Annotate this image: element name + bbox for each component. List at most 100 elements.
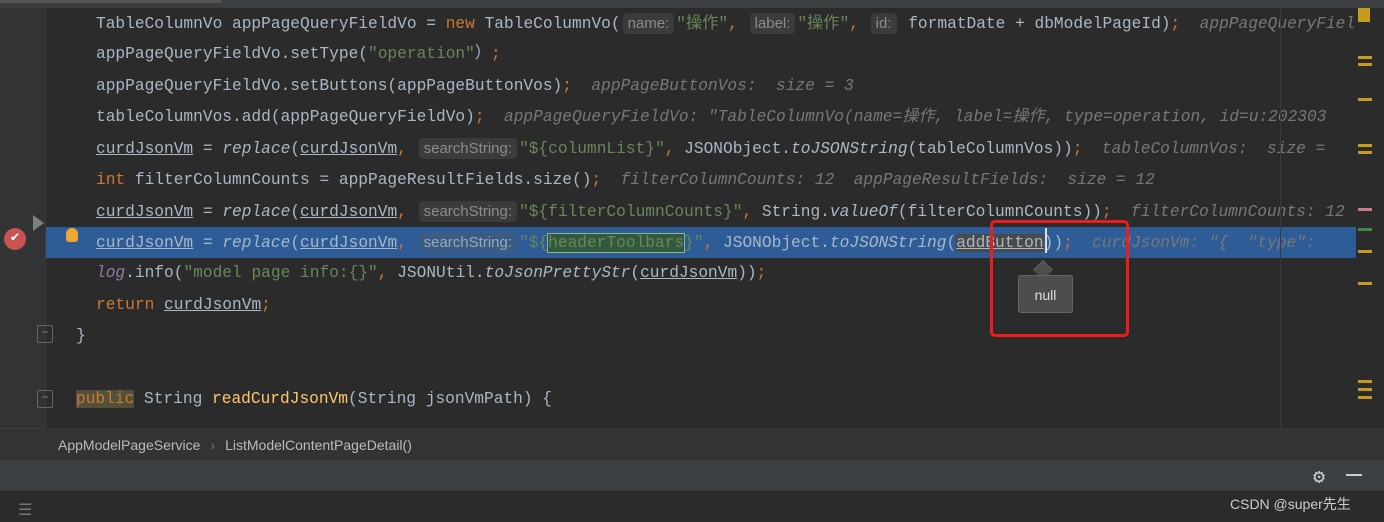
annotation-box [990, 220, 1129, 337]
fold-icon[interactable]: − [37, 390, 53, 408]
chevron-right-icon: › [210, 437, 216, 453]
marker[interactable] [1358, 151, 1372, 154]
code-token: "model page info:{}" [183, 264, 378, 283]
code-line-current[interactable]: curdJsonVm = replace(curdJsonVm, searchS… [46, 227, 1356, 259]
minimize-icon[interactable] [1346, 474, 1362, 476]
breadcrumb-class[interactable]: AppModelPageService [58, 437, 200, 453]
code-token: replace [222, 202, 291, 221]
marker[interactable] [1358, 144, 1372, 147]
marker[interactable] [1358, 282, 1372, 285]
marker[interactable] [1358, 228, 1372, 231]
code-token: public [76, 389, 135, 408]
code-token: filterColumnCounts = appPageResultFields… [125, 170, 592, 189]
parameter-hint: searchString: [418, 138, 517, 160]
error-stripe[interactable] [1356, 8, 1384, 428]
marker[interactable] [1358, 208, 1372, 211]
code-token: , [703, 234, 724, 253]
code-token: curdJsonVm [300, 140, 398, 159]
debug-value-hint: appPageQueryFieldVo: "TableColumnVo(name… [484, 107, 1327, 126]
code-token: curdJsonVm [96, 202, 194, 221]
code-token: readCurdJsonVm [212, 389, 349, 408]
code-token: , [397, 140, 417, 159]
code-token: log [96, 264, 126, 283]
right-margin-guide [1280, 8, 1281, 428]
code-token: valueOf [829, 202, 898, 221]
code-token: ; [261, 295, 271, 314]
code-token: (filterColumnCounts)) [897, 202, 1102, 221]
code-token: new [445, 15, 475, 33]
code-token: ; [591, 170, 602, 189]
code-line[interactable]: public String readCurdJsonVm(String json… [46, 384, 1356, 415]
code-token: curdJsonVm [300, 202, 398, 221]
code-line[interactable] [46, 352, 1356, 383]
code-token: = [193, 140, 223, 159]
marker[interactable] [1358, 388, 1372, 391]
code-token: (tableColumnVos)) [907, 140, 1073, 159]
debug-value-hint: tableColumnVos: size = [1082, 140, 1336, 159]
code-token: replace [222, 140, 291, 159]
editor-tab[interactable] [0, 0, 222, 3]
code-editor[interactable]: TableColumnVo appPageQueryFieldVo = new … [46, 8, 1356, 428]
code-token: ; [756, 264, 767, 283]
execution-point-arrow-icon [33, 215, 44, 231]
code-token: String. [761, 202, 830, 221]
debug-value-hint: filterColumnCounts: 12 appPageResultFiel… [601, 170, 1155, 189]
code-token: "操作" [676, 15, 729, 33]
code-line[interactable]: tableColumnVos.add(appPageQueryFieldVo);… [46, 102, 1356, 133]
code-token: TableColumnVo( [474, 15, 621, 33]
code-token: replace [222, 234, 291, 253]
marker[interactable] [1358, 250, 1372, 253]
code-token: "操作" [797, 15, 850, 33]
code-token: ; [1072, 140, 1083, 159]
watermark: CSDN @super先生 [1230, 496, 1351, 512]
code-token: JSONObject. [723, 234, 830, 253]
code-token: appPageQueryFieldVo.setButtons(appPageBu… [96, 76, 563, 95]
breadcrumb-method[interactable]: ListModelContentPageDetail() [225, 437, 412, 453]
debug-value-hint: filterColumnCounts: 12 [1111, 202, 1345, 221]
code-token: "${filterColumnCounts}" [519, 202, 743, 221]
code-token: .info( [125, 264, 184, 283]
parameter-hint: id: [870, 13, 897, 34]
code-line[interactable]: appPageQueryFieldVo.setButtons(appPageBu… [46, 71, 1356, 102]
gear-icon[interactable]: ⚙ [1313, 464, 1325, 490]
code-line[interactable]: log.info("model page info:{}", JSONUtil.… [46, 258, 1356, 289]
code-token: ） [474, 45, 492, 64]
debug-value-hint: appPageQueryFieldVo: [1199, 15, 1356, 33]
code-token: curdJsonVm [96, 234, 194, 253]
marker[interactable] [1358, 396, 1372, 399]
code-token: , [664, 140, 685, 159]
marker[interactable] [1358, 380, 1372, 383]
code-token: ; [474, 107, 485, 126]
warning-marker[interactable] [1358, 8, 1370, 22]
code-token: int [96, 170, 126, 189]
parameter-hint: searchString: [418, 232, 517, 254]
code-token: , [397, 202, 417, 221]
debug-value-hint: appPageButtonVos: size = 3 [572, 76, 854, 95]
code-line[interactable]: } [46, 321, 1356, 352]
code-line[interactable]: TableColumnVo appPageQueryFieldVo = new … [46, 8, 1356, 39]
marker[interactable] [1358, 63, 1372, 66]
tool-window-header [0, 460, 1384, 490]
tab-bar [0, 0, 1384, 8]
code-line[interactable]: appPageQueryFieldVo.setType("operation"）… [46, 39, 1356, 70]
code-token: toJSONString [829, 234, 947, 253]
fold-icon[interactable]: − [37, 325, 53, 343]
parameter-hint: name: [622, 13, 675, 34]
marker[interactable] [1358, 98, 1372, 101]
code-token: = [193, 234, 223, 253]
code-line[interactable]: curdJsonVm = replace(curdJsonVm, searchS… [46, 196, 1356, 227]
parameter-hint: label: [749, 13, 796, 34]
code-line[interactable]: curdJsonVm = replace(curdJsonVm, searchS… [46, 133, 1356, 164]
code-token: ; [491, 45, 501, 64]
marker[interactable] [1358, 56, 1372, 59]
code-line[interactable]: int filterColumnCounts = appPageResultFi… [46, 165, 1356, 196]
code-token: headerToolbars [547, 233, 686, 254]
breakpoint-icon[interactable]: ✔ [4, 228, 26, 250]
code-token: , [849, 15, 869, 33]
lightbulb-icon[interactable] [66, 228, 78, 242]
settings-lines-icon[interactable]: ☰ [18, 500, 32, 520]
code-line[interactable]: return curdJsonVm; [46, 290, 1356, 321]
code-token: curdJsonVm [96, 140, 194, 159]
code-token: , [377, 264, 398, 283]
